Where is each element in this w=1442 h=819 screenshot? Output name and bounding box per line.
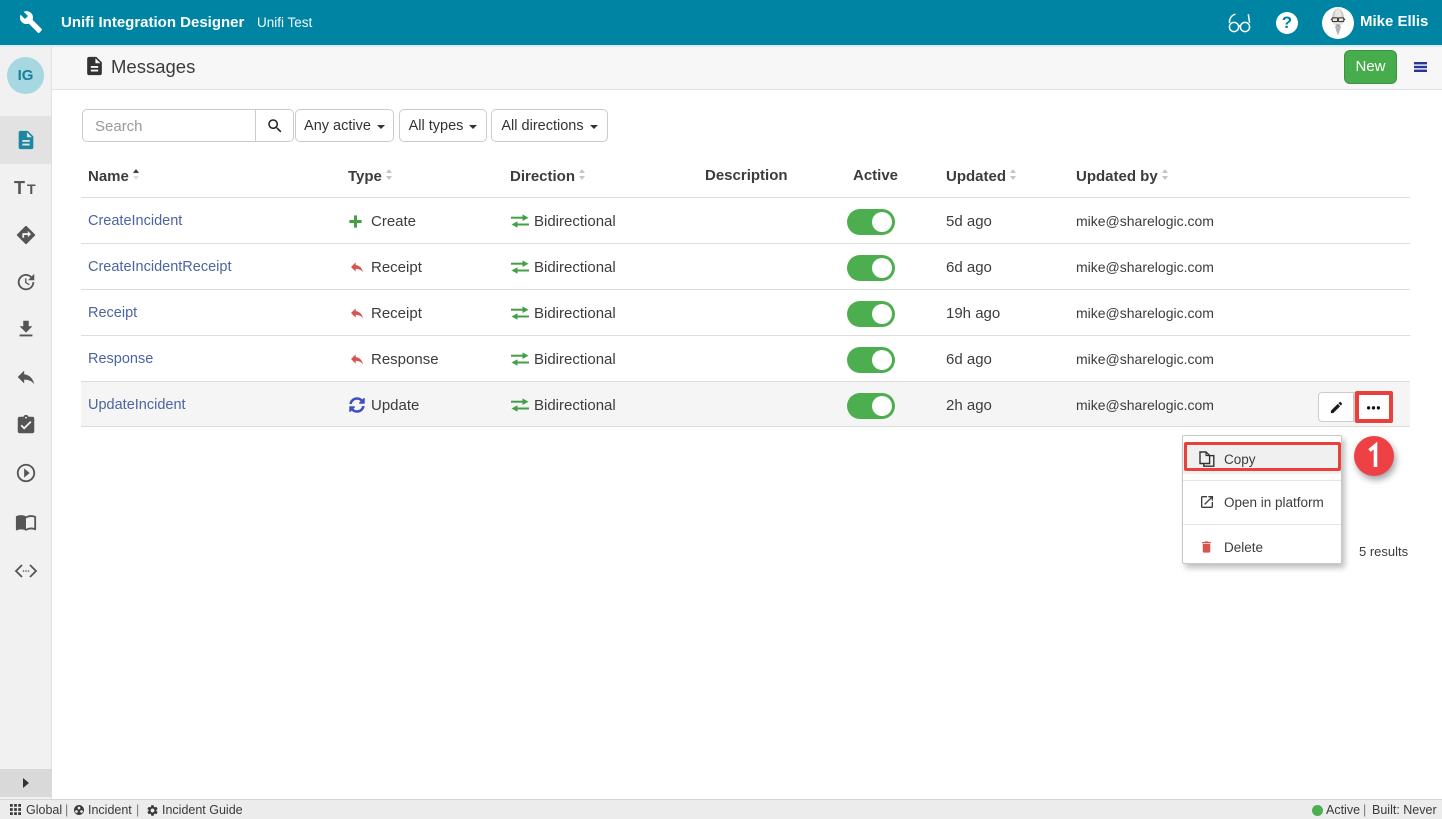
svg-text:T: T (27, 181, 36, 197)
svg-text:T: T (14, 178, 25, 198)
